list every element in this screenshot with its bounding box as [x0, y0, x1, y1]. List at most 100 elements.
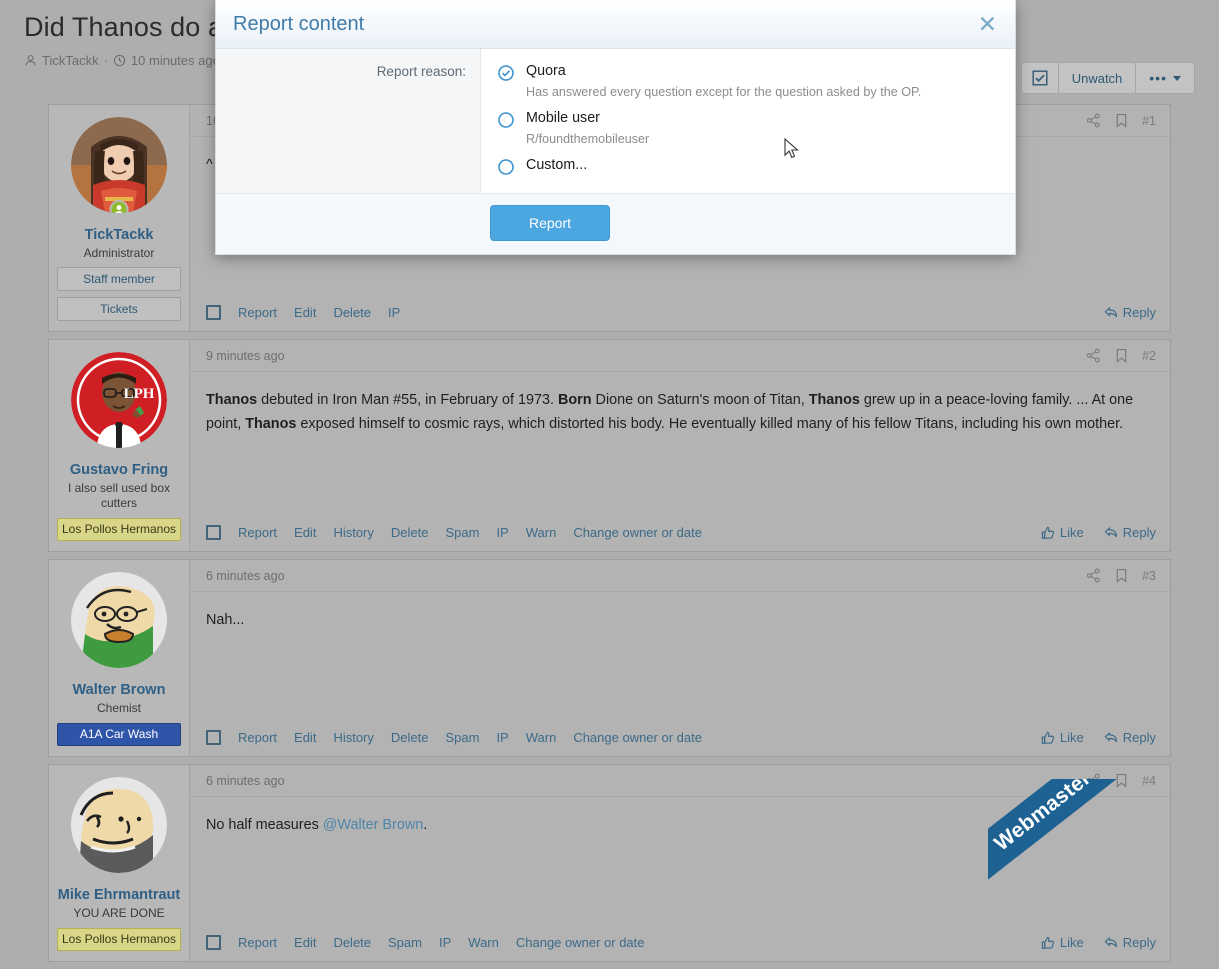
post-date[interactable]: 6 minutes ago	[206, 774, 285, 788]
action-change-owner-or-date[interactable]: Change owner or date	[573, 525, 702, 540]
reply-button[interactable]: Reply	[1104, 305, 1156, 320]
bookmark-icon[interactable]	[1115, 348, 1128, 363]
share-icon[interactable]	[1086, 568, 1101, 583]
share-icon[interactable]	[1086, 113, 1101, 128]
chevron-down-icon	[1173, 76, 1181, 81]
action-edit[interactable]: Edit	[294, 525, 316, 540]
reply-button[interactable]: Reply	[1104, 730, 1156, 745]
modal-label-column: Report reason:	[216, 49, 481, 193]
action-history[interactable]: History	[333, 730, 373, 745]
action-report[interactable]: Report	[238, 730, 277, 745]
action-spam[interactable]: Spam	[445, 730, 479, 745]
action-warn[interactable]: Warn	[468, 935, 499, 950]
radio-option-custom[interactable]: Custom...	[498, 156, 999, 175]
like-button[interactable]: Like	[1041, 730, 1084, 745]
action-report[interactable]: Report	[238, 525, 277, 540]
post-footer-right: Like Reply	[1041, 935, 1156, 950]
like-label: Like	[1060, 730, 1084, 745]
action-report[interactable]: Report	[238, 305, 277, 320]
radio-label: Custom...	[526, 157, 587, 173]
share-icon[interactable]	[1086, 773, 1101, 788]
bookmark-icon[interactable]	[1115, 568, 1128, 583]
post-author-name[interactable]: TickTackk	[57, 226, 181, 244]
action-ip[interactable]: IP	[388, 305, 400, 320]
post-header-actions: #3	[1086, 568, 1156, 583]
action-delete[interactable]: Delete	[333, 935, 371, 950]
radio-hint: Has answered every question except for t…	[526, 84, 921, 101]
post-author-name[interactable]: Walter Brown	[57, 681, 181, 699]
post-select-checkbox[interactable]	[206, 935, 221, 950]
avatar[interactable]	[71, 777, 167, 873]
action-delete[interactable]: Delete	[333, 305, 371, 320]
post-main: 9 minutes ago #2	[190, 340, 1170, 551]
avatar[interactable]	[71, 572, 167, 668]
avatar[interactable]: LPH	[71, 352, 167, 448]
reply-label: Reply	[1123, 525, 1156, 540]
radio-option-mobile-user[interactable]: Mobile user R/foundthemobileuser	[498, 109, 999, 148]
post-author-title: I also sell used box cutters	[57, 481, 181, 511]
post-date[interactable]: 6 minutes ago	[206, 569, 285, 583]
post-number[interactable]: #1	[1142, 114, 1156, 128]
action-history[interactable]: History	[333, 525, 373, 540]
action-ip[interactable]: IP	[496, 525, 508, 540]
post-number[interactable]: #2	[1142, 349, 1156, 363]
radio-label: Quora	[526, 63, 566, 79]
more-options-button[interactable]: •••	[1135, 62, 1195, 94]
action-change-owner-or-date[interactable]: Change owner or date	[573, 730, 702, 745]
action-warn[interactable]: Warn	[526, 525, 557, 540]
watch-button-group: Unwatch •••	[1021, 62, 1195, 94]
online-status-icon	[110, 200, 129, 213]
staff-member-button[interactable]: Staff member	[57, 267, 181, 291]
post-number[interactable]: #3	[1142, 569, 1156, 583]
action-ip[interactable]: IP	[496, 730, 508, 745]
post-number[interactable]: #4	[1142, 774, 1156, 788]
post-select-checkbox[interactable]	[206, 730, 221, 745]
like-button[interactable]: Like	[1041, 525, 1084, 540]
action-delete[interactable]: Delete	[391, 730, 429, 745]
post-header: 6 minutes ago #3	[190, 560, 1170, 592]
radio-unselected-icon	[498, 159, 514, 175]
action-warn[interactable]: Warn	[526, 730, 557, 745]
unwatch-button[interactable]: Unwatch	[1058, 62, 1137, 94]
reply-label: Reply	[1123, 935, 1156, 950]
action-spam[interactable]: Spam	[445, 525, 479, 540]
report-submit-button[interactable]: Report	[490, 205, 610, 241]
action-ip[interactable]: IP	[439, 935, 451, 950]
action-spam[interactable]: Spam	[388, 935, 422, 950]
avatar[interactable]	[71, 117, 167, 213]
radio-option-text: Mobile user R/foundthemobileuser	[526, 109, 649, 148]
modal-body: Report reason: Quora Has answered every …	[216, 49, 1015, 193]
bookmark-icon[interactable]	[1115, 113, 1128, 128]
action-change-owner-or-date[interactable]: Change owner or date	[516, 935, 645, 950]
post-header-actions: #4	[1086, 773, 1156, 788]
reply-button[interactable]: Reply	[1104, 525, 1156, 540]
report-reason-options: Quora Has answered every question except…	[481, 49, 1015, 193]
share-icon[interactable]	[1086, 348, 1101, 363]
tickets-button[interactable]: Tickets	[57, 297, 181, 321]
action-edit[interactable]: Edit	[294, 305, 316, 320]
action-edit[interactable]: Edit	[294, 935, 316, 950]
reply-label: Reply	[1123, 305, 1156, 320]
radio-hint: R/foundthemobileuser	[526, 131, 649, 148]
action-report[interactable]: Report	[238, 935, 277, 950]
clock-icon	[113, 54, 126, 67]
bookmark-icon[interactable]	[1115, 773, 1128, 788]
post-select-checkbox[interactable]	[206, 525, 221, 540]
post-author-title: YOU ARE DONE	[57, 906, 181, 921]
post-main: 6 minutes ago #4	[190, 765, 1170, 961]
thread-author[interactable]: TickTackk	[42, 53, 99, 68]
like-button[interactable]: Like	[1041, 935, 1084, 950]
thumbs-up-icon	[1041, 526, 1055, 540]
avatar-image-walter	[71, 572, 167, 668]
post-select-checkbox[interactable]	[206, 305, 221, 320]
post-author-name[interactable]: Mike Ehrmantraut	[57, 886, 181, 904]
post-author-title: Chemist	[57, 701, 181, 716]
post-author-name[interactable]: Gustavo Fring	[57, 461, 181, 479]
close-icon[interactable]: ✕	[978, 13, 997, 36]
action-delete[interactable]: Delete	[391, 525, 429, 540]
action-edit[interactable]: Edit	[294, 730, 316, 745]
watch-checkbox-button[interactable]	[1021, 62, 1059, 94]
post-date[interactable]: 9 minutes ago	[206, 349, 285, 363]
reply-button[interactable]: Reply	[1104, 935, 1156, 950]
radio-option-quora[interactable]: Quora Has answered every question except…	[498, 62, 999, 101]
